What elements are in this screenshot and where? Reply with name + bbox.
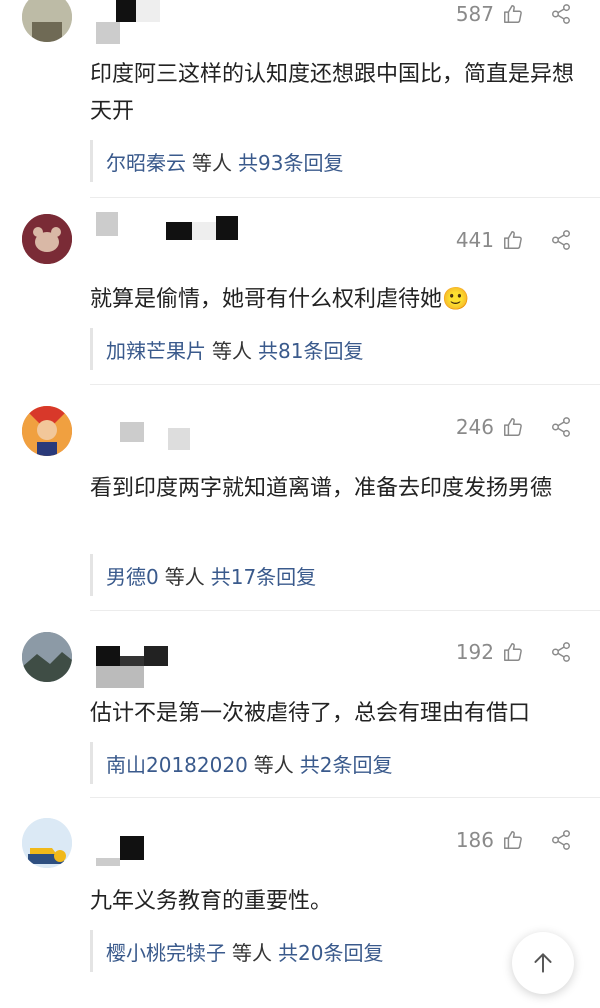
reply-summary[interactable]: 南山20182020 等人 共2条回复 — [90, 732, 600, 794]
share-icon[interactable] — [550, 3, 572, 25]
avatar[interactable] — [22, 818, 72, 868]
like-count: 441 — [455, 228, 494, 252]
reply-mid-text: 等人 — [192, 150, 232, 175]
reply-user-link[interactable]: 南山20182020 — [106, 749, 248, 778]
like-count: 587 — [455, 2, 494, 26]
divider — [90, 384, 600, 385]
reply-summary[interactable]: 尔昭秦云 等人 共93条回复 — [90, 130, 600, 192]
reply-mid-text: 等人 — [232, 940, 272, 965]
thumbs-up-icon[interactable] — [502, 829, 524, 851]
reply-mid-text: 等人 — [212, 338, 252, 363]
comment-text: 印度阿三这样的认知度还想跟中国比，简直是异想天开 — [90, 62, 575, 124]
divider — [90, 197, 600, 198]
like-count: 246 — [455, 415, 494, 439]
thumbs-up-icon[interactable] — [502, 229, 524, 251]
share-icon[interactable] — [550, 829, 572, 851]
share-icon[interactable] — [550, 641, 572, 663]
reply-user-link[interactable]: 樱小桃完犊子 — [106, 937, 226, 966]
thumbs-up-icon[interactable] — [502, 416, 524, 438]
comment-text: 就算是偷情，她哥有什么权利虐待她🙂 — [90, 287, 470, 312]
comment-actions: 587 — [456, 2, 572, 26]
like-count: 192 — [455, 640, 494, 664]
reply-summary[interactable]: 男德0 等人 共17条回复 — [90, 544, 600, 606]
reply-user-link[interactable]: 尔昭秦云 — [106, 147, 186, 176]
reply-count-link[interactable]: 共2条回复 — [300, 749, 393, 778]
share-icon[interactable] — [550, 416, 572, 438]
avatar[interactable] — [22, 0, 72, 42]
avatar[interactable] — [22, 214, 72, 264]
thumbs-up-icon[interactable] — [502, 3, 524, 25]
share-icon[interactable] — [550, 229, 572, 251]
reply-count-link[interactable]: 共93条回复 — [238, 147, 343, 176]
reply-user-link[interactable]: 男德0 — [106, 561, 159, 590]
reply-mid-text: 等人 — [253, 752, 294, 777]
reply-count-link[interactable]: 共20条回复 — [278, 937, 383, 966]
comment-text: 九年义务教育的重要性。 — [90, 889, 333, 914]
comment-actions: 186 — [456, 828, 572, 852]
thumbs-up-icon[interactable] — [502, 641, 524, 663]
like-count: 186 — [455, 828, 494, 852]
divider — [90, 797, 600, 798]
arrow-up-icon — [534, 953, 552, 973]
comment-actions: 246 — [456, 415, 572, 439]
reply-mid-text: 等人 — [164, 564, 205, 589]
comment-text: 看到印度两字就知道离谱，准备去印度发扬男德 — [90, 476, 553, 501]
comment-actions: 192 — [456, 640, 572, 664]
reply-count-link[interactable]: 共17条回复 — [211, 561, 316, 590]
reply-count-link[interactable]: 共81条回复 — [258, 335, 363, 364]
avatar[interactable] — [22, 406, 72, 456]
divider — [90, 610, 600, 611]
reply-user-link[interactable]: 加辣芒果片 — [106, 335, 206, 364]
scroll-to-top-button[interactable] — [512, 932, 574, 994]
comment-text: 估计不是第一次被虐待了，总会有理由有借口 — [90, 701, 531, 726]
avatar[interactable] — [22, 632, 72, 682]
reply-summary[interactable]: 加辣芒果片 等人 共81条回复 — [90, 318, 600, 380]
comment-actions: 441 — [456, 228, 572, 252]
